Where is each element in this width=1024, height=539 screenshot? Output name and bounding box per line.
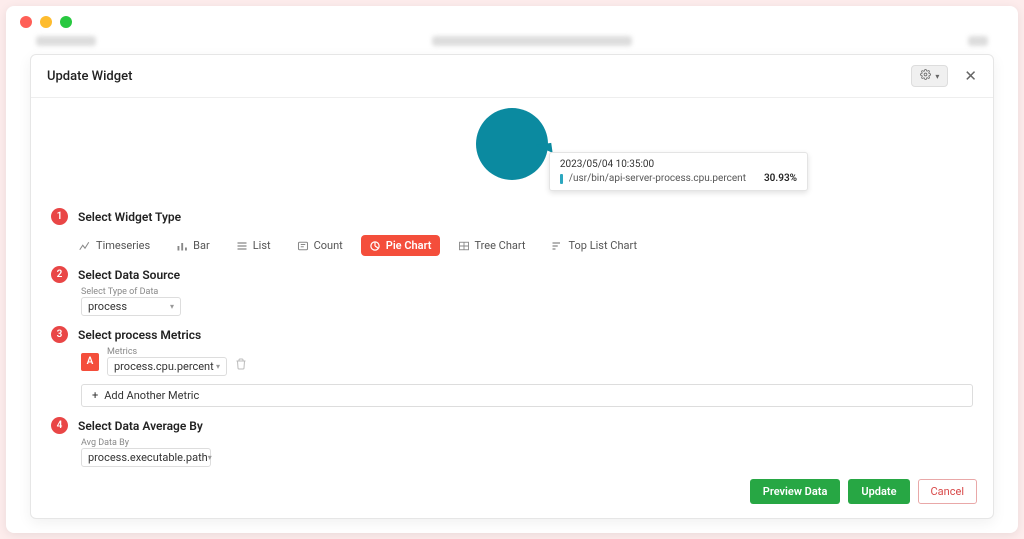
- update-button[interactable]: Update: [848, 479, 909, 504]
- modal-title: Update Widget: [47, 69, 132, 84]
- metrics-label: Metrics: [107, 347, 227, 357]
- widget-type-label: Tree Chart: [475, 239, 526, 252]
- tree-icon: [458, 240, 470, 252]
- count-icon: [297, 240, 309, 252]
- preview-data-button[interactable]: Preview Data: [750, 479, 841, 504]
- chevron-down-icon: ▾: [208, 453, 212, 462]
- step-number-3: 3: [51, 326, 68, 343]
- widget-type-bar[interactable]: Bar: [168, 235, 218, 256]
- metric-tag-a: A: [81, 353, 99, 371]
- chart-tooltip: 2023/05/04 10:35:00 /usr/bin/api-server-…: [549, 152, 808, 191]
- widget-type-pie-chart[interactable]: Pie Chart: [361, 235, 440, 256]
- chart-preview: 2023/05/04 10:35:00 /usr/bin/api-server-…: [51, 108, 973, 198]
- window-minimize-dot[interactable]: [40, 16, 52, 28]
- window-maximize-dot[interactable]: [60, 16, 72, 28]
- data-source-value: process: [88, 300, 127, 313]
- data-source-select[interactable]: process ▾: [81, 297, 181, 316]
- tooltip-swatch: [560, 174, 563, 184]
- widget-type-count[interactable]: Count: [289, 235, 351, 256]
- pie-chart-type-icon: [369, 240, 381, 252]
- tooltip-series-value: 30.93%: [764, 173, 797, 184]
- widget-type-label: List: [253, 239, 271, 252]
- close-icon[interactable]: ✕: [964, 67, 977, 85]
- cancel-button[interactable]: Cancel: [918, 479, 977, 504]
- widget-type-tree-chart[interactable]: Tree Chart: [450, 235, 534, 256]
- widget-type-label: Count: [314, 239, 343, 252]
- add-metric-label: Add Another Metric: [104, 389, 199, 402]
- widget-type-label: Timeseries: [96, 239, 150, 252]
- avg-by-value: process.executable.path: [88, 451, 208, 464]
- widget-type-label: Top List Chart: [568, 239, 637, 252]
- trash-icon[interactable]: [235, 358, 247, 373]
- add-another-metric-button[interactable]: + Add Another Metric: [81, 384, 973, 407]
- update-widget-modal: Update Widget ▾ ✕ 2023/05/04 10:35:00: [30, 54, 994, 519]
- widget-type-list[interactable]: List: [228, 235, 279, 256]
- tooltip-timestamp: 2023/05/04 10:35:00: [560, 159, 797, 170]
- settings-dropdown-button[interactable]: ▾: [911, 65, 948, 87]
- toplist-icon: [551, 240, 563, 252]
- background-blurred-content: [36, 36, 988, 56]
- widget-type-label: Pie Chart: [386, 239, 432, 252]
- data-source-label: Select Type of Data: [81, 287, 973, 297]
- step-number-4: 4: [51, 417, 68, 434]
- step-title-data-source: Select Data Source: [78, 268, 180, 282]
- step-title-average-by: Select Data Average By: [78, 419, 203, 433]
- step-title-metrics: Select process Metrics: [78, 328, 201, 342]
- chevron-down-icon: ▾: [935, 72, 939, 81]
- step-number-1: 1: [51, 208, 68, 225]
- chevron-down-icon: ▾: [216, 362, 220, 371]
- window-close-dot[interactable]: [20, 16, 32, 28]
- widget-type-label: Bar: [193, 239, 210, 252]
- pie-chart-icon: [476, 108, 548, 180]
- plus-icon: +: [92, 389, 98, 402]
- timeseries-icon: [79, 240, 91, 252]
- widget-type-top-list[interactable]: Top List Chart: [543, 235, 645, 256]
- avg-by-label: Avg Data By: [81, 438, 973, 448]
- list-icon: [236, 240, 248, 252]
- widget-type-timeseries[interactable]: Timeseries: [71, 235, 158, 256]
- metric-value: process.cpu.percent: [114, 360, 214, 373]
- metric-select[interactable]: process.cpu.percent ▾: [107, 357, 227, 376]
- chevron-down-icon: ▾: [170, 302, 174, 311]
- gear-icon: [920, 69, 931, 83]
- step-number-2: 2: [51, 266, 68, 283]
- tooltip-series-label: /usr/bin/api-server-process.cpu.percent: [569, 173, 746, 184]
- bar-icon: [176, 240, 188, 252]
- step-title-widget-type: Select Widget Type: [78, 210, 181, 224]
- avg-by-select[interactable]: process.executable.path ▾: [81, 448, 211, 467]
